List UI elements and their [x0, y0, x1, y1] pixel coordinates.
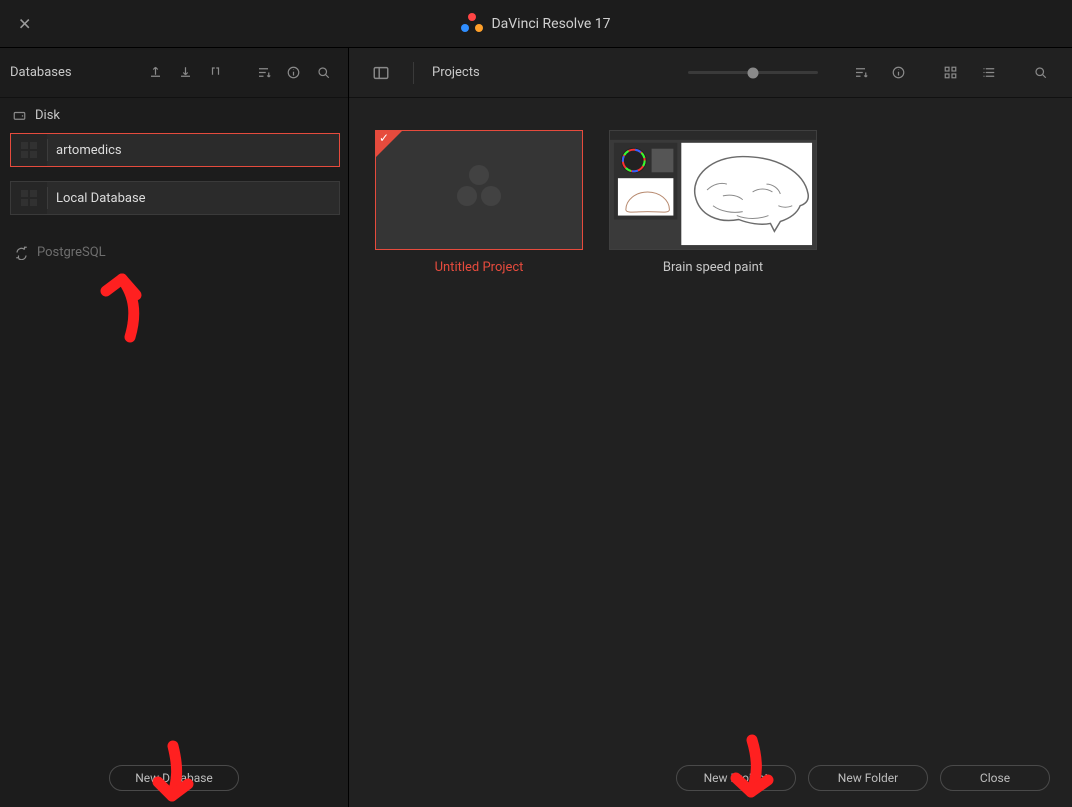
sort-icon[interactable] [250, 60, 276, 86]
app-title: DaVinci Resolve 17 [491, 16, 610, 32]
selected-badge-icon [376, 131, 402, 157]
grid-view-icon[interactable] [936, 59, 964, 87]
database-item-artomedics[interactable]: artomedics [10, 133, 340, 167]
database-icon [11, 134, 47, 166]
search-icon[interactable] [1026, 59, 1054, 87]
db-import-icon[interactable] [172, 60, 198, 86]
project-card-brain[interactable]: Brain speed paint [609, 130, 817, 275]
db-export-icon[interactable] [142, 60, 168, 86]
thumbnail-size-slider[interactable] [688, 71, 818, 74]
sort-icon[interactable] [846, 59, 874, 87]
close-icon[interactable]: ✕ [18, 14, 31, 33]
app-logo [461, 13, 483, 35]
new-database-button[interactable]: New Database [109, 765, 239, 791]
close-button[interactable]: Close [940, 765, 1050, 791]
panel-toggle-icon[interactable] [367, 59, 395, 87]
database-icon [11, 182, 47, 214]
refresh-icon [14, 245, 29, 260]
new-project-button[interactable]: New Project [676, 765, 796, 791]
project-thumbnail [609, 130, 817, 250]
disk-heading: Disk [10, 108, 340, 123]
disk-label: Disk [35, 108, 60, 123]
titlebar: ✕ DaVinci Resolve 17 [0, 0, 1072, 48]
projects-title: Projects [432, 65, 480, 80]
divider [413, 62, 414, 84]
project-thumbnail [375, 130, 583, 250]
content-footer: New Project New Folder Close [349, 749, 1072, 807]
database-item-local[interactable]: Local Database [10, 181, 340, 215]
sidebar-toolbar: Databases [0, 48, 348, 98]
content: Projects [349, 48, 1072, 807]
new-folder-button[interactable]: New Folder [808, 765, 928, 791]
project-card-untitled[interactable]: Untitled Project [375, 130, 583, 275]
sidebar-title: Databases [10, 65, 72, 80]
list-view-icon[interactable] [974, 59, 1002, 87]
search-icon[interactable] [310, 60, 336, 86]
content-toolbar: Projects [349, 48, 1072, 98]
annotation-arrow-icon [96, 265, 156, 343]
info-icon[interactable] [280, 60, 306, 86]
project-grid: Untitled Project [349, 98, 1072, 749]
postgres-label: PostgreSQL [37, 245, 106, 260]
sidebar: Databases Di [0, 48, 349, 807]
project-name: Brain speed paint [609, 260, 817, 275]
info-icon[interactable] [884, 59, 912, 87]
disk-icon [12, 108, 27, 123]
db-link-icon[interactable] [202, 60, 228, 86]
disk-section: Disk artomedics Local Database PostgreSQ… [0, 98, 348, 260]
project-name: Untitled Project [375, 260, 583, 275]
database-name: Local Database [48, 191, 146, 206]
postgres-section[interactable]: PostgreSQL [10, 229, 340, 260]
database-name: artomedics [48, 143, 122, 158]
blank-logo-icon [451, 160, 507, 220]
